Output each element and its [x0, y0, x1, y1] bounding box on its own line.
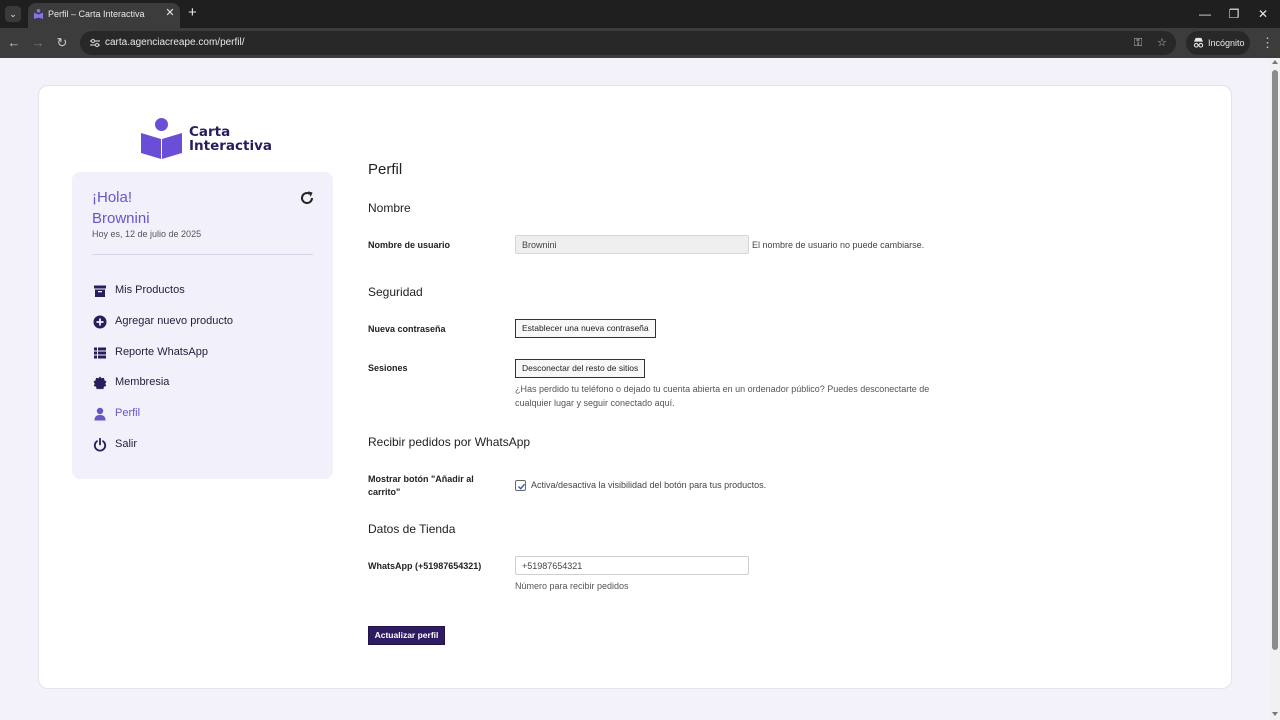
- new-tab-icon[interactable]: +: [188, 5, 197, 21]
- browser-tab[interactable]: Perfil – Carta Interactiva ✕: [28, 3, 180, 28]
- browser-tab-bar: ⌄ Perfil – Carta Interactiva ✕ + — ❐ ✕: [0, 0, 1280, 28]
- refresh-icon[interactable]: [299, 190, 315, 206]
- tab-title: Perfil – Carta Interactiva: [48, 9, 145, 19]
- forward-icon[interactable]: →: [30, 35, 46, 51]
- plus-circle-icon: [93, 315, 107, 329]
- sidebar-item-label: Salir: [115, 438, 138, 450]
- user-icon: [94, 407, 106, 421]
- whatsapp-label: WhatsApp (+51987654321): [368, 561, 482, 571]
- incognito-icon: [1193, 37, 1204, 48]
- browser-toolbar: ← → ↻ carta.agenciacreape.com/perfil/ ⚿ …: [0, 28, 1280, 58]
- sidebar-item-reporte-whatsapp[interactable]: Reporte WhatsApp: [93, 345, 313, 363]
- sidebar-item-perfil[interactable]: Perfil: [93, 406, 313, 424]
- sidebar-item-label: Mis Productos: [115, 284, 185, 296]
- power-icon: [93, 438, 107, 452]
- cart-button-label: Mostrar botón "Añadir al carrito": [368, 474, 474, 497]
- logo-mark-icon: [141, 118, 182, 159]
- sidebar-item-mis-productos[interactable]: Mis Productos: [93, 283, 313, 301]
- cart-button-description: Activa/desactiva la visibilidad del botó…: [531, 480, 767, 490]
- scroll-down-icon[interactable]: [1272, 712, 1278, 716]
- address-bar[interactable]: carta.agenciacreape.com/perfil/ ⚿ ☆: [80, 31, 1176, 55]
- sidebar-item-label: Agregar nuevo producto: [115, 315, 234, 327]
- section-title-whatsapp-orders: Recibir pedidos por WhatsApp: [368, 435, 531, 449]
- sessions-label: Sesiones: [368, 363, 408, 373]
- logo-text: Carta Interactiva: [189, 125, 272, 153]
- username-hint: El nombre de usuario no puede cambiarse.: [752, 240, 925, 250]
- logo-line-2: Interactiva: [189, 138, 273, 154]
- whatsapp-hint: Número para recibir pedidos: [515, 581, 629, 591]
- sidebar-item-label: Membresia: [115, 376, 170, 388]
- checkmark-icon: [518, 483, 526, 490]
- sidebar-item-label: Perfil: [115, 407, 141, 419]
- site-settings-icon[interactable]: [87, 35, 103, 51]
- restore-icon[interactable]: ❐: [1225, 6, 1243, 22]
- section-title-datos-tienda: Datos de Tienda: [368, 522, 456, 536]
- section-title-seguridad: Seguridad: [368, 285, 423, 299]
- username-label: Nombre de usuario: [368, 240, 451, 250]
- new-password-label: Nueva contraseña: [368, 324, 446, 334]
- logout-other-sessions-button[interactable]: Desconectar del resto de sitios: [515, 359, 646, 378]
- sidebar-item-agregar-producto[interactable]: Agregar nuevo producto: [93, 314, 313, 332]
- current-date: Hoy es, 12 de julio de 2025: [92, 229, 202, 239]
- scroll-up-icon[interactable]: [1272, 60, 1278, 64]
- url-text: carta.agenciacreape.com/perfil/: [105, 37, 245, 48]
- browser-menu-icon[interactable]: ⋮: [1261, 35, 1274, 51]
- list-icon: [94, 347, 106, 359]
- back-icon[interactable]: ←: [6, 35, 22, 51]
- favicon-icon: [34, 9, 43, 19]
- page-scrollbar[interactable]: [1270, 58, 1280, 720]
- page-title: Perfil: [368, 161, 403, 178]
- incognito-label: Incógnito: [1208, 38, 1245, 48]
- sidebar-username: Brownini: [92, 210, 150, 227]
- sidebar-item-label: Reporte WhatsApp: [115, 346, 208, 358]
- set-new-password-button[interactable]: Establecer una nueva contraseña: [515, 319, 656, 338]
- sessions-description: ¿Has perdido tu teléfono o dejado tu cue…: [515, 384, 930, 408]
- badge-icon: [93, 376, 107, 390]
- whatsapp-field[interactable]: [515, 556, 749, 575]
- scrollbar-thumb[interactable]: [1272, 70, 1278, 650]
- archive-icon: [94, 285, 106, 297]
- sidebar-item-membresia[interactable]: Membresia: [93, 375, 313, 393]
- tab-search-icon[interactable]: ⌄: [5, 6, 21, 22]
- sidebar-divider: [92, 254, 313, 255]
- password-key-icon[interactable]: ⚿: [1134, 35, 1142, 51]
- section-title-nombre: Nombre: [368, 201, 411, 215]
- incognito-indicator[interactable]: Incógnito: [1186, 31, 1250, 55]
- tab-close-icon[interactable]: ✕: [164, 6, 176, 19]
- window-close-icon[interactable]: ✕: [1254, 6, 1272, 22]
- logo-line-1: Carta: [189, 124, 231, 140]
- greeting: ¡Hola!: [92, 189, 133, 206]
- update-profile-button[interactable]: Actualizar perfil: [368, 626, 445, 645]
- cart-button-checkbox[interactable]: [515, 480, 526, 491]
- sidebar-item-salir[interactable]: Salir: [93, 437, 313, 455]
- username-field[interactable]: [515, 235, 749, 254]
- bookmark-star-icon[interactable]: ☆: [1157, 35, 1167, 51]
- minimize-icon[interactable]: —: [1196, 6, 1214, 22]
- reload-icon[interactable]: ↻: [54, 35, 70, 51]
